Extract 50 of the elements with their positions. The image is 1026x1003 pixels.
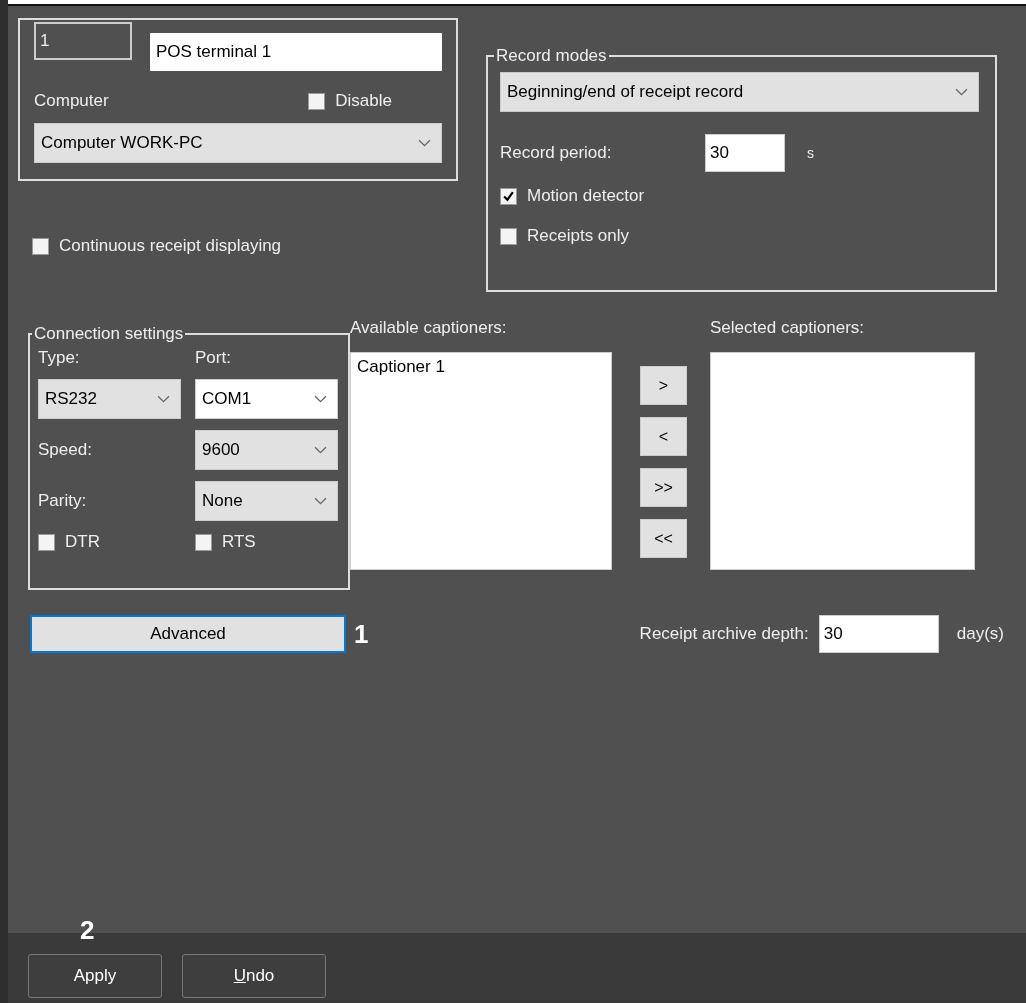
type-dropdown[interactable]: RS232 xyxy=(38,379,181,419)
callout-number: 2 xyxy=(80,915,95,946)
move-button[interactable]: >> xyxy=(640,468,687,507)
port-dropdown[interactable]: COM1 xyxy=(195,379,338,419)
port-label: Port: xyxy=(195,348,232,368)
continuous-receipt-checkbox[interactable] xyxy=(32,237,49,255)
computer-label: Computer xyxy=(34,91,109,111)
record-period-field[interactable]: 30 xyxy=(705,134,785,172)
speed-dropdown[interactable]: 9600 xyxy=(195,430,338,470)
flag-checkbox[interactable] xyxy=(38,533,55,551)
captioner-item[interactable]: Captioner 1 xyxy=(357,357,605,377)
advanced-button[interactable]: Advanced xyxy=(30,615,346,653)
computer-dropdown[interactable]: Computer WORK-PC xyxy=(34,123,442,163)
continuous-receipt-label: Continuous receipt displaying xyxy=(59,236,282,256)
chevron-down-icon xyxy=(955,87,968,97)
record-mode-dropdown[interactable]: Beginning/end of receipt record xyxy=(500,72,979,112)
flag-label: DTR xyxy=(65,532,100,552)
name-field[interactable]: POS terminal 1 xyxy=(150,33,442,71)
parity-label: Parity: xyxy=(38,491,88,511)
footer-button[interactable]: Apply xyxy=(28,954,162,998)
speed-label: Speed: xyxy=(38,440,93,460)
move-button[interactable]: > xyxy=(640,366,687,405)
option-label: Motion detector xyxy=(527,186,645,206)
flag-checkbox[interactable] xyxy=(195,533,212,551)
disable-checkbox[interactable] xyxy=(308,92,326,110)
type-label: Type: xyxy=(38,348,81,368)
archive-depth-label: Receipt archive depth: xyxy=(639,624,809,644)
move-button[interactable]: < xyxy=(640,417,687,456)
parity-dropdown[interactable]: None xyxy=(195,481,338,521)
chevron-down-icon xyxy=(314,496,327,506)
option-label: Receipts only xyxy=(527,226,630,246)
chevron-down-icon xyxy=(418,138,431,148)
connection-settings-title: Connection settings xyxy=(33,324,185,344)
move-button[interactable]: << xyxy=(640,519,687,558)
record-modes-title: Record modes xyxy=(495,46,608,66)
seconds-unit: s xyxy=(807,145,814,161)
disable-label: Disable xyxy=(335,91,392,111)
chevron-down-icon xyxy=(314,394,327,404)
option-checkbox[interactable] xyxy=(500,227,517,245)
days-unit: day(s) xyxy=(956,624,1004,644)
selected-captioners-label: Selected captioners: xyxy=(710,318,866,338)
flag-label: RTS xyxy=(222,532,256,552)
archive-depth-field[interactable]: 30 xyxy=(818,615,939,653)
option-checkbox[interactable] xyxy=(500,187,517,205)
chevron-down-icon xyxy=(157,394,170,404)
available-captioners-label: Available captioners: xyxy=(350,318,508,338)
record-period-label: Record period: xyxy=(500,143,613,163)
chevron-down-icon xyxy=(314,445,327,455)
footer-button[interactable]: Undo xyxy=(182,954,326,998)
callout-number: 1 xyxy=(354,618,369,650)
